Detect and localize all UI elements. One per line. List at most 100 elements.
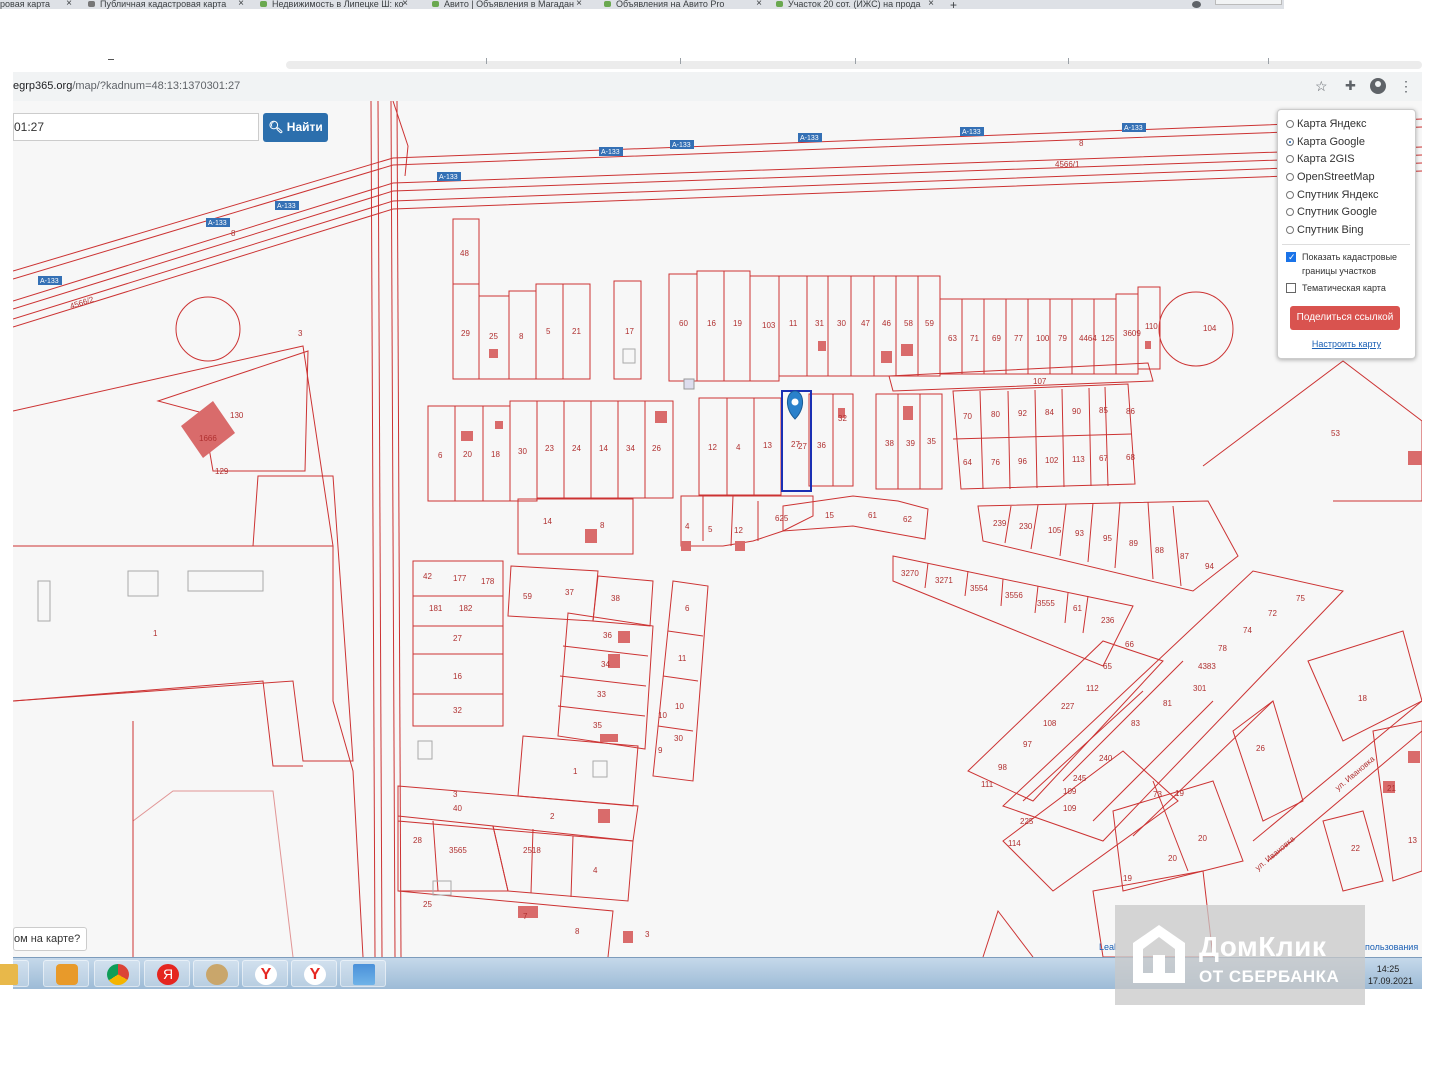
parcel-number-label: 85 — [1099, 406, 1108, 415]
radio-icon[interactable] — [1286, 155, 1294, 163]
radio-icon[interactable] — [1286, 191, 1294, 199]
tab-search-icon[interactable] — [1192, 1, 1201, 8]
tab-3[interactable]: Недвижимость в Липецке Ш: ко × — [260, 0, 408, 9]
close-icon[interactable]: × — [576, 0, 582, 9]
location-marker-icon[interactable] — [787, 390, 803, 420]
thematic-map-checkbox[interactable]: Тематическая карта — [1286, 281, 1404, 295]
parcel-number-label: 23 — [545, 444, 554, 453]
parcel-number-label: 53 — [1331, 429, 1340, 438]
parcel-number-label: 81 — [1163, 699, 1172, 708]
checkbox-checked-icon[interactable] — [1286, 250, 1296, 264]
parcel-number-label: 22 — [1351, 844, 1360, 853]
building — [495, 421, 503, 429]
taskbar-media[interactable] — [43, 960, 89, 987]
tab-5[interactable]: Объявления на Авито Pro × — [604, 0, 762, 9]
profile-avatar-icon[interactable] — [1370, 78, 1386, 94]
extensions-icon[interactable]: ✚ — [1345, 78, 1356, 94]
parcel — [530, 828, 574, 898]
cadastral-map[interactable]: А-133 А-133 А-133 А-133 А-133 А-133 А-133 А-133… — [13, 101, 1422, 957]
paint-icon — [206, 964, 228, 985]
layer-option[interactable]: Карта Google — [1286, 136, 1365, 148]
share-link-button[interactable]: Поделиться ссылкой — [1290, 306, 1400, 330]
layer-option[interactable]: Спутник Яндекс — [1286, 189, 1379, 201]
on-map-button[interactable]: ом на карте? — [13, 927, 88, 951]
parcel-number-label: 34 — [601, 660, 610, 669]
parcel-number-label: 77 — [1014, 334, 1023, 343]
tab-4[interactable]: Авито | Объявления в Магадан × — [432, 0, 582, 9]
building — [37, 580, 51, 622]
parcel-number-label: 20 — [1198, 834, 1207, 843]
parcel-number-label: 30 — [674, 734, 683, 743]
new-tab-icon[interactable]: + — [950, 0, 957, 9]
broken-image-icon — [683, 378, 695, 390]
parcel-number-label: 301 — [1193, 684, 1207, 693]
layer-option[interactable]: Карта 2GIS — [1286, 153, 1355, 165]
find-button[interactable]: 🔍︎ Найти — [263, 113, 328, 142]
close-icon[interactable]: × — [402, 0, 408, 9]
taskbar-yandex[interactable]: Я — [144, 960, 190, 987]
parcel — [680, 495, 814, 547]
menu-kebab-icon[interactable]: ⋮ — [1399, 78, 1413, 94]
tab-6[interactable]: Участок 20 сот. (ИЖС) на прода × — [776, 0, 934, 9]
taskbar-chrome[interactable] — [94, 960, 140, 987]
layer-option[interactable]: OpenStreetMap — [1286, 171, 1375, 183]
taskbar-explorer[interactable] — [0, 960, 29, 987]
tab-label: Авито | Объявления в Магадан — [444, 0, 574, 9]
radio-icon[interactable] — [1286, 208, 1294, 216]
parcel-number-label: 3271 — [935, 576, 953, 585]
url-text[interactable]: egrp365.org/map/?kadnum=48:13:1370301:27 — [13, 80, 240, 92]
parcel-number-label: 18 — [491, 450, 500, 459]
checkbox-icon[interactable] — [1286, 283, 1296, 293]
bookmark-star-icon[interactable]: ☆ — [1315, 78, 1328, 94]
tab-2[interactable]: Публичная кадастровая карта × — [88, 0, 244, 9]
find-button-label: Найти — [286, 120, 323, 134]
parcel-number-label: 108 — [1043, 719, 1057, 728]
configure-map-link[interactable]: Настроить карту — [1278, 339, 1415, 349]
road-badge-label: А-133 — [208, 220, 227, 227]
taskbar-yandex-browser[interactable]: Y — [242, 960, 288, 987]
radio-icon[interactable] — [1286, 120, 1294, 128]
map-viewport[interactable]: А-133 А-133 А-133 А-133 А-133 А-133 А-133 А-133… — [13, 101, 1422, 957]
tab-1[interactable]: ровая карта × — [0, 0, 72, 9]
parcel-number-label: 96 — [1018, 457, 1027, 466]
building — [881, 351, 892, 363]
parcel-number-label: 3 — [453, 790, 458, 799]
attribution-link[interactable]: Leal — [1099, 942, 1116, 952]
parcel-number-label: 58 — [904, 319, 913, 328]
parcel-number-label: 10 — [658, 711, 667, 720]
url-domain: egrp365.org — [13, 80, 73, 92]
road-line — [13, 126, 1422, 280]
parcel-number-label: 4464 — [1079, 334, 1097, 343]
parcel-number-label: 26 — [1256, 744, 1265, 753]
close-icon[interactable]: × — [756, 0, 762, 9]
cadastral-borders-checkbox[interactable]: Показать кадастровые границы участков — [1286, 250, 1404, 278]
radio-icon[interactable] — [1286, 173, 1294, 181]
road-line — [377, 101, 383, 957]
address-bar[interactable]: egrp365.org/map/?kadnum=48:13:1370301:27… — [13, 72, 1422, 101]
attribution-terms-link[interactable]: пользования — [1365, 942, 1418, 952]
system-clock[interactable]: 14:25 17.09.2021 — [1368, 963, 1413, 987]
parcel — [888, 362, 1154, 392]
parcel — [1002, 570, 1344, 842]
street-label: ул. Ивановка — [1254, 834, 1297, 872]
parcel-number-label: 182 — [459, 604, 473, 613]
building — [618, 631, 630, 643]
parcel-number-label: 239 — [993, 519, 1007, 528]
favicon-icon — [88, 1, 95, 7]
layer-option[interactable]: Спутник Google — [1286, 206, 1377, 218]
search-input[interactable]: 01:27 — [13, 113, 259, 141]
taskbar-yandex-browser-2[interactable]: Y — [291, 960, 337, 987]
taskbar-paint[interactable] — [193, 960, 239, 987]
close-icon[interactable]: × — [66, 0, 72, 9]
parcel-number-label: 5 — [546, 327, 551, 336]
taskbar-photos[interactable] — [340, 960, 386, 987]
parcel — [1004, 501, 1182, 587]
bookmark-bar — [286, 61, 1422, 69]
radio-icon[interactable] — [1286, 226, 1294, 234]
layer-option[interactable]: Карта Яндекс — [1286, 118, 1366, 130]
parcel-number-label: 102 — [1045, 456, 1059, 465]
radio-selected-icon[interactable] — [1286, 138, 1294, 146]
close-icon[interactable]: × — [238, 0, 244, 9]
close-icon[interactable]: × — [928, 0, 934, 9]
layer-option[interactable]: Спутник Bing — [1286, 224, 1364, 236]
